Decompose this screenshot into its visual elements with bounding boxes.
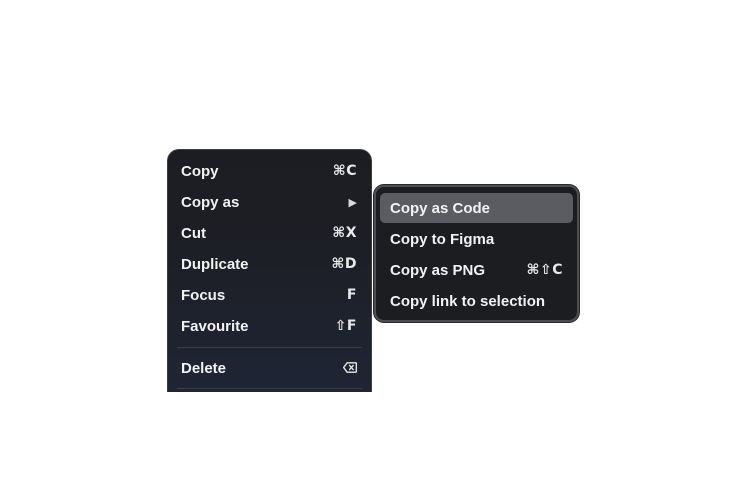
submenu-item-copy-link-to-selection[interactable]: Copy link to selection: [380, 286, 573, 316]
shortcut-label: ⌘⇧C: [526, 262, 563, 278]
menu-item-cut[interactable]: Cut ⌘X: [168, 218, 371, 248]
menu-item-copy-as[interactable]: Copy as ▶: [168, 187, 371, 217]
menu-item-delete[interactable]: Delete: [168, 353, 371, 383]
menu-item-label: Favourite: [181, 317, 249, 335]
context-menu: Copy ⌘C Copy as ▶ Cut ⌘X Duplicate ⌘D Fo…: [167, 149, 372, 392]
menu-item-focus[interactable]: Focus F: [168, 280, 371, 310]
submenu-item-label: Copy link to selection: [390, 292, 546, 310]
submenu-item-label: Copy to Figma: [390, 230, 495, 248]
menu-divider: [177, 347, 362, 348]
submenu-item-copy-to-figma[interactable]: Copy to Figma: [380, 224, 573, 254]
menu-item-label: Cut: [181, 224, 206, 242]
menu-item-copy[interactable]: Copy ⌘C: [168, 156, 371, 186]
shortcut-label: ⌘C: [332, 163, 357, 179]
submenu-arrow-icon: ▶: [348, 196, 357, 209]
menu-item-label: Focus: [181, 286, 226, 304]
submenu-item-label: Copy as Code: [390, 199, 491, 217]
shortcut-label: F: [346, 287, 357, 303]
canvas: Copy ⌘C Copy as ▶ Cut ⌘X Duplicate ⌘D Fo…: [0, 0, 750, 501]
menu-divider: [177, 388, 362, 389]
submenu-item-copy-as-code[interactable]: Copy as Code: [380, 193, 573, 223]
menu-item-duplicate[interactable]: Duplicate ⌘D: [168, 249, 371, 279]
menu-item-favourite[interactable]: Favourite ⇧F: [168, 311, 371, 341]
shortcut-label: ⌘D: [331, 256, 357, 272]
delete-backspace-icon: [342, 360, 358, 377]
shortcut-label: ⌘X: [332, 225, 357, 241]
submenu-item-label: Copy as PNG: [390, 261, 486, 279]
menu-item-label: Copy as: [181, 193, 240, 211]
copy-as-submenu: Copy as Code Copy to Figma Copy as PNG ⌘…: [374, 185, 579, 322]
shortcut-label: ⇧F: [334, 318, 357, 334]
menu-item-label: Delete: [181, 359, 227, 377]
menu-item-label: Duplicate: [181, 255, 249, 273]
menu-item-label: Copy: [181, 162, 219, 180]
submenu-item-copy-as-png[interactable]: Copy as PNG ⌘⇧C: [380, 255, 573, 285]
